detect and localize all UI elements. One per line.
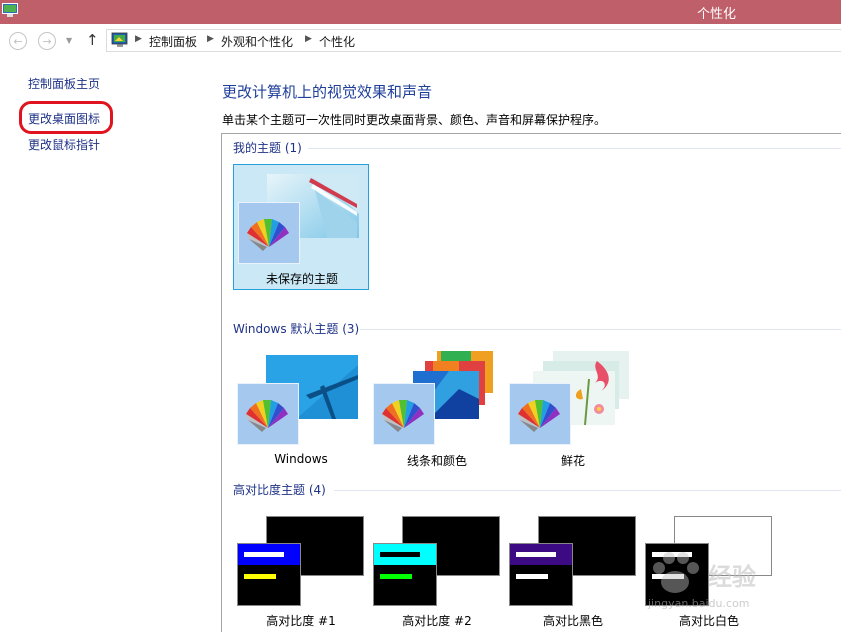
color-palette-icon	[373, 383, 435, 445]
window-title: 个性化	[697, 7, 737, 22]
theme-tile-high-contrast-1[interactable]: 高对比度 #1	[233, 506, 369, 632]
group-divider	[334, 490, 841, 491]
theme-name: 未保存的主题	[265, 272, 338, 286]
breadcrumb-personalization[interactable]: 个性化	[319, 33, 355, 50]
arrow-right-icon: →	[42, 34, 52, 48]
breadcrumb-separator-icon[interactable]: ▶	[305, 34, 312, 44]
color-palette-icon	[238, 202, 300, 264]
theme-tile-high-contrast-black[interactable]: 高对比黑色	[505, 506, 641, 632]
theme-name: Windows	[274, 452, 328, 466]
address-bar[interactable]: ▶ 控制面板 ▶ 外观和个性化 ▶ 个性化	[106, 29, 841, 52]
group-label-high-contrast: 高对比度主题 (4)	[233, 483, 326, 497]
group-divider	[360, 329, 841, 330]
preview-bar	[244, 574, 276, 579]
theme-tile-lines-and-colors[interactable]: 线条和颜色	[369, 345, 505, 471]
preview-bar	[516, 574, 548, 579]
theme-tile-unsaved[interactable]: 未保存的主题	[233, 164, 369, 290]
theme-tile-windows[interactable]: Windows	[233, 345, 369, 471]
theme-name: 线条和颜色	[406, 454, 467, 468]
preview-bar	[516, 552, 556, 557]
preview-bar	[380, 552, 420, 557]
breadcrumb-separator-icon[interactable]: ▶	[207, 34, 214, 44]
theme-name: 鲜花	[560, 454, 585, 468]
color-palette-icon	[237, 383, 299, 445]
theme-name: 高对比黑色	[542, 614, 603, 628]
theme-name: 高对比白色	[678, 614, 739, 628]
change-desktop-icons-link[interactable]: 更改桌面图标	[28, 110, 100, 127]
up-button[interactable]: ↑	[86, 31, 99, 49]
recent-locations-dropdown[interactable]: ▼	[66, 36, 72, 45]
breadcrumb-appearance[interactable]: 外观和个性化	[221, 33, 293, 50]
breadcrumb-control-panel[interactable]: 控制面板	[149, 33, 197, 50]
theme-preview-window	[509, 543, 573, 606]
arrow-left-icon: ←	[13, 34, 23, 48]
control-panel-icon	[2, 3, 18, 17]
change-mouse-pointers-link[interactable]: 更改鼠标指针	[28, 136, 100, 153]
watermark-text: 经验	[708, 563, 756, 591]
theme-tile-high-contrast-2[interactable]: 高对比度 #2	[369, 506, 505, 632]
color-palette-icon	[509, 383, 571, 445]
control-panel-home-link[interactable]: 控制面板主页	[28, 75, 100, 92]
arrow-up-icon: ↑	[86, 31, 99, 49]
control-panel-icon	[111, 32, 128, 47]
personalization-window: 个性化 ← → ▼ ↑ ▶ 控制面板 ▶ 外观和个性化 ▶ 个性化 控制面板主页…	[0, 0, 841, 632]
theme-preview-window	[237, 543, 301, 606]
group-divider	[308, 148, 841, 149]
preview-bar	[380, 574, 412, 579]
navigation-bar: ← → ▼ ↑ ▶ 控制面板 ▶ 外观和个性化 ▶ 个性化	[0, 24, 841, 56]
page-description: 单击某个主题可一次性同时更改桌面背景、颜色、声音和屏幕保护程序。	[222, 113, 607, 127]
watermark-paw-icon	[653, 552, 699, 593]
theme-preview-window	[373, 543, 437, 606]
back-button[interactable]: ←	[9, 32, 27, 50]
forward-button[interactable]: →	[38, 32, 56, 50]
page-title: 更改计算机上的视觉效果和声音	[222, 83, 433, 101]
breadcrumb-separator-icon[interactable]: ▶	[135, 34, 142, 44]
watermark-url: jingyan.baidu.com	[648, 597, 750, 610]
chevron-down-icon: ▼	[66, 36, 73, 45]
theme-name: 高对比度 #1	[266, 614, 336, 628]
title-bar: 个性化	[0, 0, 841, 24]
group-label-my-themes: 我的主题 (1)	[233, 141, 302, 155]
group-label-windows-default: Windows 默认主题 (3)	[233, 322, 360, 336]
preview-bar	[244, 552, 284, 557]
theme-tile-flowers[interactable]: 鲜花	[505, 345, 641, 471]
theme-name: 高对比度 #2	[402, 614, 472, 628]
